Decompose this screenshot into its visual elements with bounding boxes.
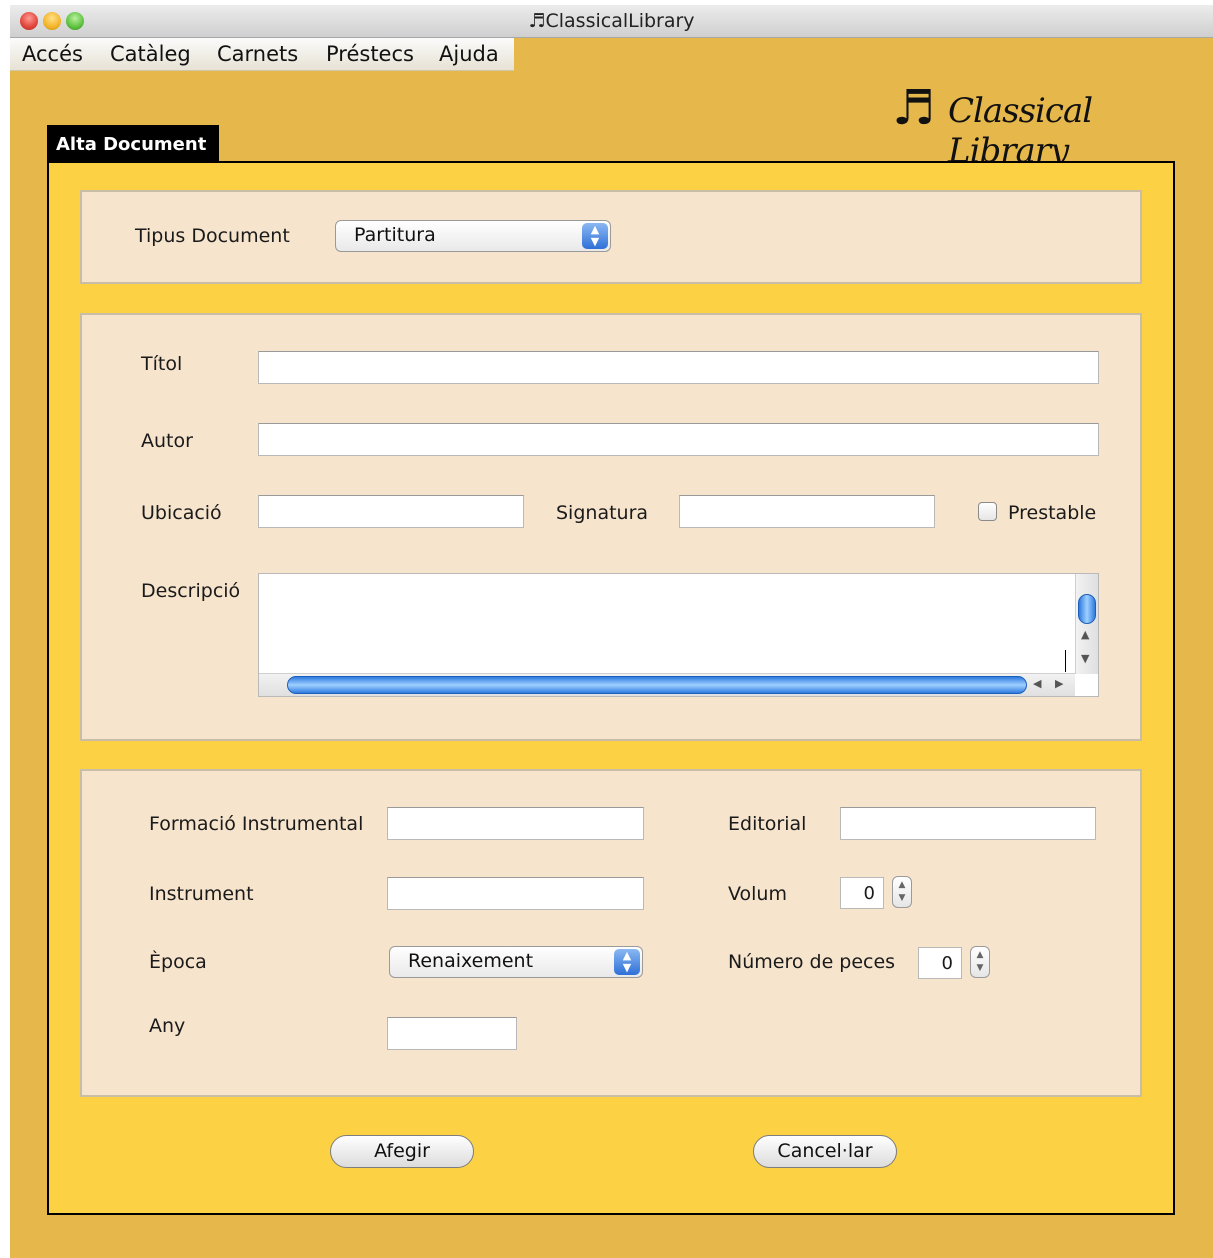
- tab-alta-document[interactable]: Alta Document: [47, 125, 219, 161]
- formacio-input[interactable]: [387, 807, 644, 840]
- descripcio-textarea[interactable]: ▲ ▼ ◀ ▶: [258, 573, 1099, 697]
- horizontal-scrollbar[interactable]: ◀ ▶: [259, 673, 1075, 696]
- menu-prestecs[interactable]: Préstecs: [326, 42, 414, 66]
- signatura-input[interactable]: [679, 495, 935, 528]
- details-panel: Formació Instrumental Editorial Instrume…: [80, 769, 1142, 1097]
- any-input[interactable]: [387, 1017, 517, 1050]
- prestable-label: Prestable: [1008, 502, 1097, 524]
- ubicacio-input[interactable]: [258, 495, 524, 528]
- doc-type-value: Partitura: [354, 224, 436, 246]
- titol-label: Títol: [141, 353, 183, 375]
- epoca-value: Renaixement: [408, 950, 534, 972]
- num-peces-input[interactable]: 0: [918, 947, 962, 979]
- scroll-right-arrow-icon[interactable]: ▶: [1055, 677, 1063, 690]
- brand-text: Classical Library: [948, 91, 1093, 171]
- num-peces-label: Número de peces: [728, 951, 896, 973]
- horizontal-scroll-thumb[interactable]: [287, 676, 1027, 694]
- instrument-label: Instrument: [149, 883, 254, 905]
- menu-cataleg[interactable]: Catàleg: [110, 42, 191, 66]
- afegir-button[interactable]: Afegir: [330, 1135, 474, 1168]
- window-title-text: ClassicalLibrary: [545, 10, 695, 32]
- vertical-scrollbar[interactable]: ▲ ▼: [1075, 574, 1098, 674]
- text-caret: [1065, 650, 1066, 672]
- title-bar: ♬ClassicalLibrary: [10, 5, 1213, 38]
- form-frame: Tipus Document Partitura ▲ ▼ Títol Autor …: [47, 161, 1175, 1215]
- window-title: ♬ClassicalLibrary: [10, 10, 1213, 32]
- app-window: ♬ClassicalLibrary Accés Catàleg Carnets …: [10, 5, 1213, 1258]
- doc-type-select[interactable]: Partitura ▲ ▼: [335, 220, 611, 252]
- select-arrows-icon: ▲ ▼: [582, 223, 608, 249]
- music-note-icon: ♬: [528, 10, 546, 32]
- editorial-input[interactable]: [840, 807, 1096, 840]
- any-label: Any: [149, 1015, 186, 1037]
- scroll-left-arrow-icon[interactable]: ◀: [1033, 677, 1041, 690]
- volum-label: Volum: [728, 883, 787, 905]
- editorial-label: Editorial: [728, 813, 807, 835]
- brand-logo: ♬ Classical Library: [892, 80, 1182, 171]
- volum-stepper[interactable]: ▲ ▼: [892, 876, 912, 908]
- select-arrows-icon: ▲ ▼: [614, 949, 640, 975]
- doc-type-panel: Tipus Document Partitura ▲ ▼: [80, 190, 1142, 284]
- ubicacio-label: Ubicació: [141, 502, 222, 524]
- num-peces-stepper[interactable]: ▲ ▼: [970, 946, 990, 978]
- autor-label: Autor: [141, 430, 193, 452]
- cancel-button[interactable]: Cancel·lar: [753, 1135, 897, 1168]
- formacio-label: Formació Instrumental: [149, 813, 364, 835]
- prestable-checkbox[interactable]: [978, 502, 997, 521]
- epoca-select[interactable]: Renaixement ▲ ▼: [389, 946, 643, 978]
- menu-acces[interactable]: Accés: [22, 42, 83, 66]
- epoca-label: Època: [149, 951, 207, 973]
- menu-ajuda[interactable]: Ajuda: [439, 42, 499, 66]
- scroll-up-arrow-icon[interactable]: ▲: [1081, 628, 1089, 641]
- signatura-label: Signatura: [556, 502, 649, 524]
- vertical-scroll-thumb[interactable]: [1078, 594, 1096, 624]
- doc-type-label: Tipus Document: [135, 225, 290, 247]
- instrument-input[interactable]: [387, 877, 644, 910]
- descripcio-label: Descripció: [141, 580, 241, 602]
- general-info-panel: Títol Autor Ubicació Signatura Prestable…: [80, 313, 1142, 741]
- autor-input[interactable]: [258, 423, 1099, 456]
- music-note-icon: ♬: [892, 80, 936, 136]
- volum-input[interactable]: 0: [840, 877, 884, 909]
- titol-input[interactable]: [258, 351, 1099, 384]
- scroll-down-arrow-icon[interactable]: ▼: [1081, 652, 1089, 665]
- menu-carnets[interactable]: Carnets: [217, 42, 298, 66]
- menu-bar: Accés Catàleg Carnets Préstecs Ajuda: [10, 38, 514, 71]
